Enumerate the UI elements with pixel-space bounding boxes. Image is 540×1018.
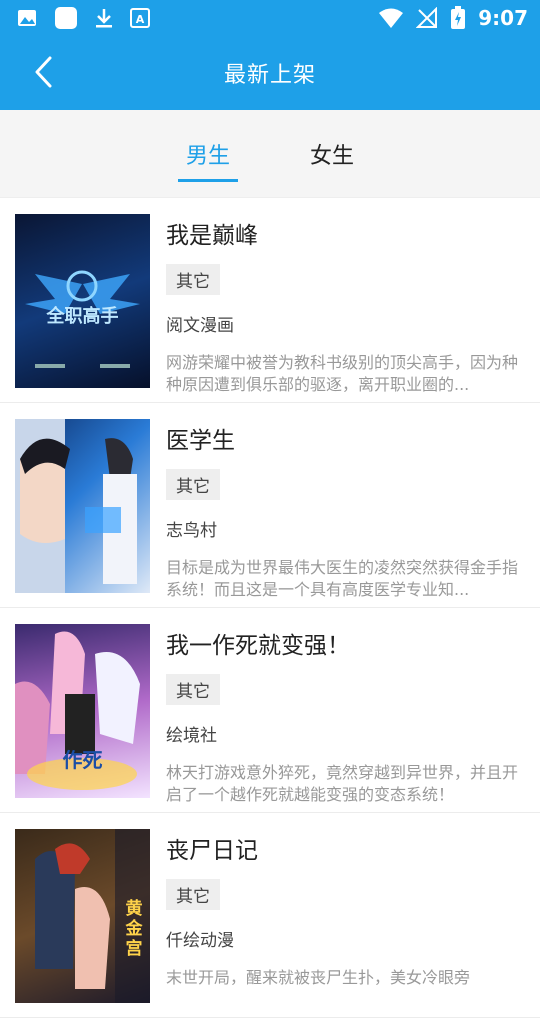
book-cover[interactable]: 作死 [15,624,150,798]
book-cover[interactable]: 黄金宫 [15,829,150,1003]
back-arrow-icon[interactable] [28,54,64,90]
book-author: 仟绘动漫 [166,931,234,951]
list-item[interactable]: 全职高手 我是巅峰 其它 阅文漫画 网游荣耀中被誉为教科书级别的顶尖高手，因为种… [0,198,540,403]
status-time: 9:07 [478,6,528,30]
page-title: 最新上架 [223,63,316,88]
list-item[interactable]: 黄金宫 丧尸日记 其它 仟绘动漫 末世开局，醒来就被丧尸生扑，美女冷眼旁 [0,813,540,1018]
book-cover[interactable]: 全职高手 [15,214,150,388]
cover-title: 全职高手 [46,306,119,327]
no-signal-icon [416,7,438,28]
cover-art-wings [25,270,140,368]
cover-art-characters [15,419,137,593]
list-item[interactable]: 医学生 其它 志鸟村 目标是成为世界最伟大医生的凌然突然获得金手指系统！而且这是… [0,403,540,608]
gender-tabs: 男生 女生 [0,110,540,198]
book-list: 全职高手 我是巅峰 其它 阅文漫画 网游荣耀中被誉为教科书级别的顶尖高手，因为种… [0,198,540,1018]
tab-male[interactable]: 男生 [177,128,239,182]
cover-title: 作死 [62,748,103,772]
book-description: 网游荣耀中被誉为教科书级别的顶尖高手，因为种种原因遭到俱乐部的驱逐，离开职业圈的… [166,353,519,394]
book-description: 末世开局，醒来就被丧尸生扑，美女冷眼旁 [166,968,471,987]
book-title: 我一作死就变强！ [166,633,350,659]
book-title: 丧尸日记 [166,838,258,864]
book-description: 林天打游戏意外猝死，竟然穿越到异世界，并且开启了一个越作死就越能变强的变态系统！ [166,763,519,804]
status-bar: A 9:07 [0,0,540,36]
download-icon [96,9,112,28]
gallery-icon [18,10,36,26]
font-app-icon: A [130,8,150,28]
book-description: 目标是成为世界最伟大医生的凌然突然获得金手指系统！而且这是一个具有高度医学专业知… [166,558,519,599]
app-icon [55,7,77,29]
cover-title: 黄金宫 [125,899,143,959]
book-author: 志鸟村 [166,521,217,541]
book-title: 医学生 [166,428,235,454]
book-title: 我是巅峰 [166,223,258,249]
app-bar: 最新上架 [0,36,540,110]
book-tag: 其它 [166,674,220,705]
book-author: 绘境社 [166,726,217,746]
book-tag: 其它 [166,264,220,295]
book-tag: 其它 [166,879,220,910]
wifi-icon [379,8,404,28]
tab-female[interactable]: 女生 [306,128,358,180]
svg-text:A: A [136,13,145,26]
book-author: 阅文漫画 [166,316,234,336]
book-tag: 其它 [166,469,220,500]
book-cover[interactable] [15,419,150,593]
list-item[interactable]: 作死 我一作死就变强！ 其它 绘境社 林天打游戏意外猝死，竟然穿越到异世界，并且… [0,608,540,813]
battery-icon [451,6,466,29]
